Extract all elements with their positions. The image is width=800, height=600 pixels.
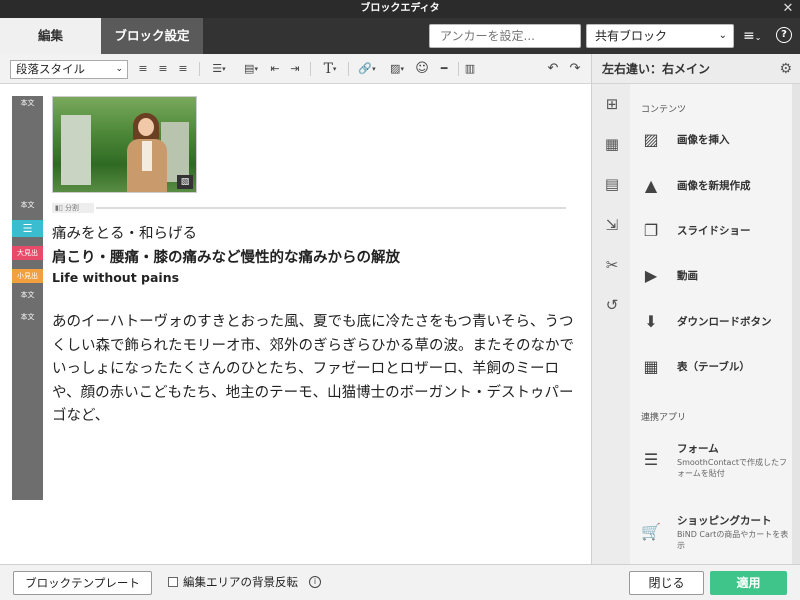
gutter-label-heading-small[interactable]: 小見出 [12,269,43,283]
paragraph-icon[interactable]: ☰ [12,220,43,237]
gutter-label-body[interactable]: 本文 [12,288,43,302]
align-left-icon[interactable]: ≡ [136,60,150,78]
download-button-item[interactable]: ⬇ ダウンロードボタン [640,307,790,337]
format-toolbar: 段落スタイル ⌄ ≡ ≡ ≡ ☰▾ ▤▾ ⇤ ⇥ T▾ 🔗▾ ▨▾ ☺ ━ ▥ … [0,54,591,84]
window-title: ブロックエディタ [360,3,440,14]
shared-block-value: 共有ブロック [595,29,668,43]
close-button[interactable]: 閉じる [629,571,704,595]
indent-decrease-icon[interactable]: ⇤ [268,60,282,78]
window-title-bar: ブロックエディタ ✕ [0,0,800,18]
text-format-icon[interactable]: T▾ [318,60,342,78]
paragraph-style-value: 段落スタイル [16,62,85,76]
gutter-label-heading-large[interactable]: 大見出 [12,246,43,260]
import-icon[interactable]: ⇲ [602,215,622,235]
list-icon[interactable]: ☰▾ [206,60,232,78]
image-settings-icon[interactable]: ▧ [177,175,193,189]
gutter-label-body[interactable]: 本文 [12,198,43,212]
body-text[interactable]: あのイーハトーヴォのすきとおった風、夏でも底に冷たさをもつ青いそら、うつくしい森… [52,311,577,429]
tools-icon[interactable]: ✂ [602,255,622,275]
video-icon: ▶ [644,266,658,285]
redo-icon[interactable]: ↷ [568,60,582,78]
right-panel-list: コンテンツ ▨ 画像を挿入 ▲ 画像を新規作成 ❐ スライドショー ▶ 動画 ⬇… [630,84,800,564]
menu-icon: ≡ [743,28,755,44]
toolbar-divider [348,62,349,76]
right-panel-icon-bar: ⊞ ▦ ▤ ⇲ ✂ ↺ [591,84,630,564]
form-icon: ☰ [643,450,659,469]
download-icon: ⬇ [644,312,658,331]
align-center-icon[interactable]: ≡ [156,60,170,78]
gutter-label-body[interactable]: 本文 [12,310,43,324]
toolbar-divider [199,62,200,76]
insert-image-item[interactable]: ▨ 画像を挿入 [640,125,790,155]
chevron-down-icon: ⌄ [115,64,123,74]
video-item[interactable]: ▶ 動画 [640,261,790,291]
shapes-icon: ▲ [644,176,658,195]
gear-icon[interactable]: ⚙ [779,54,792,84]
close-icon[interactable]: ✕ [780,0,796,18]
link-icon[interactable]: 🔗▾ [355,60,379,78]
block-format-icon[interactable]: ▤▾ [238,60,264,78]
bottom-bar: ブロックテンプレート 編集エリアの背景反転 i 閉じる 適用 [0,564,800,600]
right-panel-header: 左右違い：右メイン ⚙ [591,54,800,84]
toolbar-divider [458,62,459,76]
paragraph-style-select[interactable]: 段落スタイル ⌄ [10,60,128,79]
cart-icon: 🛒 [641,522,661,541]
invert-background-checkbox[interactable] [168,577,178,587]
image-icon: ▨ [643,130,659,149]
page-icon[interactable]: ▤ [602,174,622,194]
toolbar-divider [310,62,311,76]
slideshow-item[interactable]: ❐ スライドショー [640,216,790,246]
tab-edit[interactable]: 編集 [0,18,101,54]
insert-image-icon[interactable]: ▨▾ [385,60,409,78]
shopping-cart-item[interactable]: 🛒 ショッピングカート BiND Cartの商品やカートを表示 [640,513,790,557]
history-icon[interactable]: ↺ [602,295,622,315]
shared-block-select[interactable]: 共有ブロック ⌄ [586,24,734,48]
indent-increase-icon[interactable]: ⇥ [288,60,302,78]
form-item[interactable]: ☰ フォーム SmoothContactで作成したフォームを貼付 [640,441,790,485]
gutter-label-body[interactable]: 本文 [12,96,43,110]
block-image[interactable]: ▧ [52,96,197,193]
tab-block-settings[interactable]: ブロック設定 [101,18,203,54]
paragraph-text[interactable]: 痛みをとる・和らげる [52,222,197,243]
table-icon: ▦ [643,357,659,376]
right-panel-scrollbar[interactable] [792,84,800,564]
heading-small-text[interactable]: Life without pains [52,270,179,285]
editor-area[interactable]: 本文 本文 ☰ 大見出 小見出 本文 本文 ▧ ▮▯ 分割 痛みをとる・和らげる… [0,84,591,564]
horizontal-rule-icon[interactable]: ━ [436,60,452,78]
apply-button[interactable]: 適用 [710,571,787,595]
top-bar: 編集 ブロック設定 共有ブロック ⌄ ≡⌄ ? [0,18,800,54]
create-image-item[interactable]: ▲ 画像を新規作成 [640,171,790,201]
add-block-icon[interactable]: ⊞ [602,94,622,114]
split-tag[interactable]: ▮▯ 分割 [52,203,94,213]
table-item[interactable]: ▦ 表（テーブル） [640,352,790,382]
emoji-icon[interactable]: ☺ [414,60,430,78]
invert-background-label: 編集エリアの背景反転 [183,575,298,589]
right-panel-title: 左右違い：右メイン [602,62,711,76]
grid-icon[interactable]: ▦ [602,134,622,154]
block-template-button[interactable]: ブロックテンプレート [13,571,152,595]
chevron-down-icon: ⌄ [754,33,762,42]
help-icon[interactable]: ? [776,27,792,43]
split-divider[interactable]: ▮▯ 分割 [52,203,566,213]
undo-icon[interactable]: ↶ [546,60,560,78]
info-icon[interactable]: i [309,576,321,588]
slideshow-icon: ❐ [643,221,659,240]
columns-icon[interactable]: ▥ [463,60,477,78]
photo-subject [127,113,169,192]
menu-button[interactable]: ≡⌄ [743,26,769,46]
section-title-apps: 連携アプリ [641,413,687,423]
align-right-icon[interactable]: ≡ [176,60,190,78]
anchor-input[interactable] [429,24,581,48]
heading-large-text[interactable]: 肩こり・腰痛・膝の痛みなど慢性的な痛みからの解放 [52,246,400,267]
section-title-contents: コンテンツ [641,105,687,115]
chevron-down-icon: ⌄ [718,30,727,41]
